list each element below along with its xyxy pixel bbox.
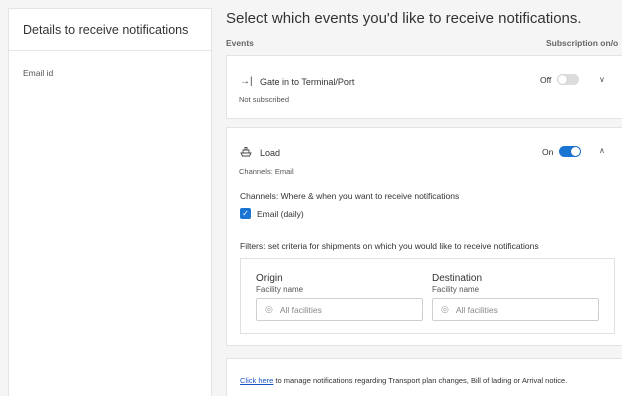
event-card-load: Load Channels: Email On ∧ Channels: Wher…: [226, 127, 622, 346]
click-here-link[interactable]: Click here: [240, 376, 273, 385]
origin-title: Origin: [256, 273, 283, 284]
location-pin-icon: ◎: [265, 304, 273, 314]
subscription-toggle[interactable]: [557, 74, 580, 85]
origin-facility-input[interactable]: ◎ All facilities: [256, 298, 423, 321]
subscription-toggle-wrap: Off: [540, 74, 580, 85]
column-header-events: Events: [226, 38, 254, 48]
chevron-down-icon[interactable]: ∨: [599, 75, 605, 84]
notification-details-panel: Details to receive notifications Email i…: [8, 8, 212, 396]
event-card-gate-in: →| Gate in to Terminal/Port Not subscrib…: [226, 55, 622, 119]
email-id-label: Email id: [23, 68, 54, 78]
channels-heading: Channels: Where & when you want to recei…: [240, 191, 460, 201]
ship-load-icon: [240, 146, 260, 160]
filters-box: Origin Facility name ◎ All facilities De…: [240, 258, 615, 334]
destination-subtitle: Facility name: [432, 285, 480, 294]
other-notifications-card: Click here to manage notifications regar…: [226, 358, 622, 396]
origin-filter: Origin Facility name ◎ All facilities: [256, 273, 423, 321]
column-header-subscription: Subscription on/o: [546, 38, 619, 48]
toggle-knob: [558, 75, 568, 84]
gate-in-icon: →|: [240, 76, 253, 87]
toggle-knob: [571, 147, 581, 156]
destination-filter: Destination Facility name ◎ All faciliti…: [432, 273, 599, 321]
channel-option-email[interactable]: ✓ Email (daily): [240, 208, 304, 219]
event-name: Load: [260, 148, 281, 158]
other-notifications-text: Click here to manage notifications regar…: [240, 376, 567, 385]
origin-subtitle: Facility name: [256, 285, 304, 294]
event-name: Gate in to Terminal/Port: [260, 76, 355, 87]
toggle-label: Off: [540, 74, 552, 85]
destination-placeholder: All facilities: [455, 304, 498, 315]
destination-title: Destination: [432, 273, 483, 284]
origin-placeholder: All facilities: [279, 304, 322, 315]
toggle-label: On: [542, 146, 554, 157]
event-header: Load: [240, 146, 280, 160]
event-status: Channels: Email: [239, 167, 294, 176]
footer-rest-text: to manage notifications regarding Transp…: [273, 376, 568, 385]
subscription-toggle[interactable]: [559, 146, 582, 157]
event-header: →| Gate in to Terminal/Port: [240, 76, 354, 87]
chevron-up-icon[interactable]: ∧: [599, 146, 605, 155]
filters-heading: Filters: set criteria for shipments on w…: [240, 241, 539, 251]
event-status: Not subscribed: [239, 95, 290, 104]
checkbox-label: Email (daily): [257, 208, 304, 219]
page-title: Select which events you'd like to receiv…: [226, 10, 582, 27]
panel-title: Details to receive notifications: [9, 9, 211, 51]
checkbox-checked-icon[interactable]: ✓: [240, 208, 251, 219]
destination-facility-input[interactable]: ◎ All facilities: [432, 298, 599, 321]
location-pin-icon: ◎: [441, 304, 449, 314]
subscription-toggle-wrap: On: [542, 146, 582, 157]
